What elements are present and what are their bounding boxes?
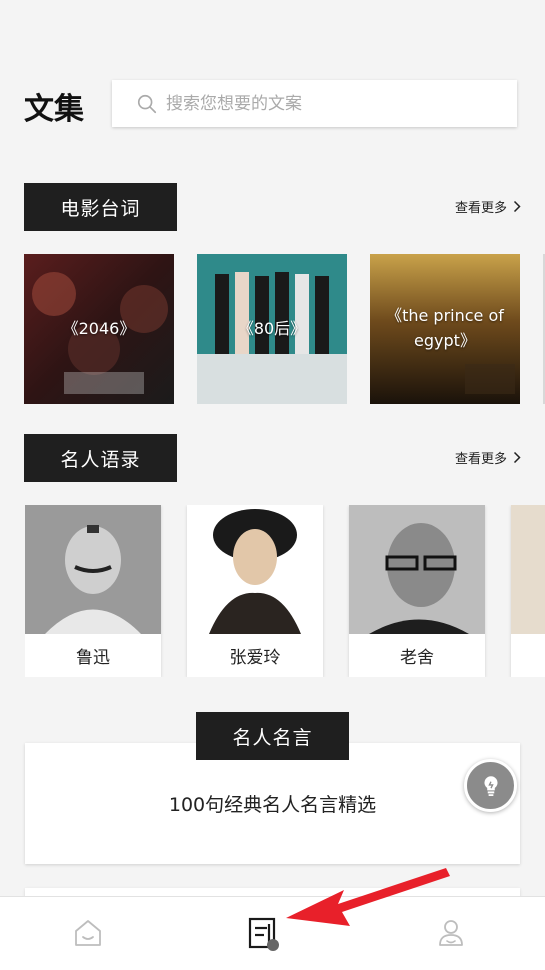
nav-home[interactable] xyxy=(68,913,108,953)
people-section-header: 名人语录 查看更多 xyxy=(24,434,521,482)
home-icon xyxy=(75,920,101,946)
person-name: 张爱玲 xyxy=(229,648,281,668)
people-carousel[interactable]: 鲁迅 张爱玲 老舍 xyxy=(25,505,545,677)
movie-title: 《the prince of egypt》 xyxy=(386,306,504,350)
person-name: 鲁迅 xyxy=(76,648,110,668)
person-photo xyxy=(187,505,323,634)
movies-section-header: 电影台词 查看更多 xyxy=(24,183,521,231)
search-bar[interactable] xyxy=(112,80,517,127)
section-title-people: 名人语录 xyxy=(24,434,177,482)
more-label: 查看更多 xyxy=(454,452,507,467)
saying-card[interactable]: 100句经典名人名言精选 xyxy=(25,743,520,864)
header: 文集 xyxy=(0,0,545,150)
person-card[interactable]: 鲁迅 xyxy=(25,505,161,677)
people-more-link[interactable]: 查看更多 xyxy=(455,448,521,467)
section-title-sayings: 名人名言 xyxy=(196,712,349,760)
person-card[interactable]: 老舍 xyxy=(349,505,485,677)
lightbulb-button[interactable] xyxy=(464,759,517,812)
lightbulb-icon xyxy=(483,775,498,796)
person-card[interactable] xyxy=(511,505,545,677)
bottom-nav xyxy=(0,896,545,970)
person-photo xyxy=(25,505,161,634)
movie-title: 《2046》 xyxy=(62,318,136,338)
movies-carousel[interactable]: 《2046》 《80后》 《the prince of egypt》 xyxy=(24,254,545,404)
person-photo xyxy=(511,505,545,634)
profile-icon xyxy=(439,920,463,946)
search-input[interactable] xyxy=(166,93,486,114)
section-title-movies: 电影台词 xyxy=(24,183,177,231)
movie-card[interactable]: 《2046》 xyxy=(24,254,174,404)
document-icon xyxy=(248,917,279,951)
page-title: 文集 xyxy=(24,92,84,127)
person-name: 老舍 xyxy=(400,648,434,668)
chevron-right-icon xyxy=(513,451,521,464)
movie-title: 《80后》 xyxy=(237,318,307,338)
search-icon xyxy=(137,94,157,113)
more-label: 查看更多 xyxy=(454,201,507,216)
movies-more-link[interactable]: 查看更多 xyxy=(455,197,521,216)
saying-title: 100句经典名人名言精选 xyxy=(168,794,377,816)
movie-card[interactable]: 《80后》 xyxy=(197,254,347,404)
movie-card[interactable]: 《the prince of egypt》 xyxy=(370,254,520,404)
nav-profile[interactable] xyxy=(431,913,471,953)
person-photo xyxy=(349,505,485,634)
chevron-right-icon xyxy=(513,200,521,213)
person-card[interactable]: 张爱玲 xyxy=(187,505,323,677)
nav-collection[interactable] xyxy=(244,913,284,953)
